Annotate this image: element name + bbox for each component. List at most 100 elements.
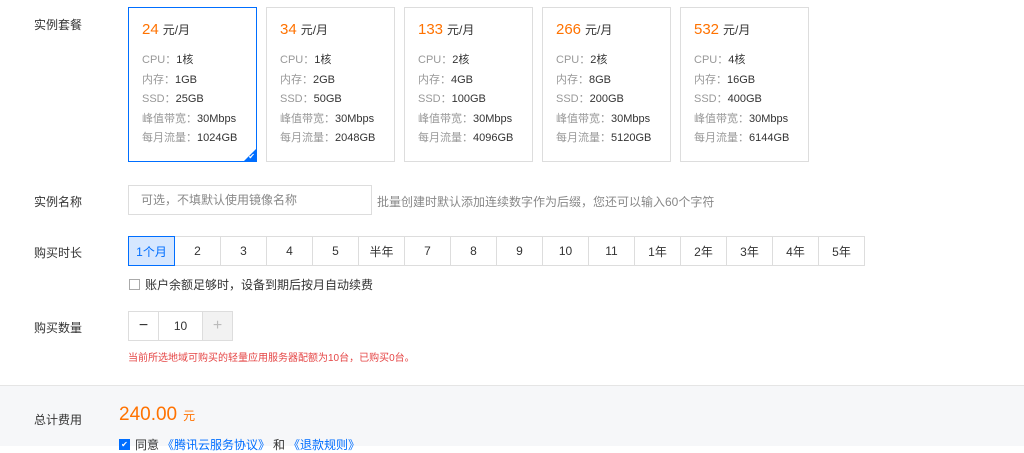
plan-price-unit: 元/月: [585, 23, 613, 37]
duration-option[interactable]: 2年: [680, 236, 727, 266]
duration-option[interactable]: 10: [542, 236, 589, 266]
duration-option[interactable]: 1年: [634, 236, 681, 266]
spec-value: 4096GB: [473, 132, 514, 144]
duration-option[interactable]: 半年: [358, 236, 405, 266]
spec-label: 峰值带宽：: [280, 112, 335, 125]
plan-spec-cpu: CPU：4核: [694, 51, 808, 71]
plan-spec-cpu: CPU：1核: [142, 51, 256, 71]
spec-label: SSD：: [694, 93, 728, 105]
auto-renew-checkbox[interactable]: [129, 279, 140, 290]
plan-price-value: 24: [142, 21, 159, 38]
plan-spec-memory: 内存：2GB: [280, 71, 394, 91]
plan-spec-memory: 内存：4GB: [418, 71, 532, 91]
plan-price: 34 元/月: [280, 21, 394, 41]
quantity-stepper: − +: [128, 311, 233, 341]
spec-value: 6144GB: [749, 132, 790, 144]
spec-value: 1核: [314, 54, 332, 66]
spec-label: 每月流量：: [280, 132, 335, 144]
duration-option[interactable]: 4: [266, 236, 313, 266]
spec-label: CPU：: [694, 54, 729, 66]
duration-option[interactable]: 11: [588, 236, 635, 266]
spec-label: 内存：: [280, 73, 313, 86]
plan-price-unit: 元/月: [723, 23, 751, 37]
plan-card[interactable]: 24 元/月 CPU：1核 内存：1GB SSD：25GB 峰值带宽：30Mbps 每月流量…: [128, 7, 257, 162]
duration-option[interactable]: 4年: [772, 236, 819, 266]
spec-label: CPU：: [280, 54, 315, 66]
duration-option[interactable]: 7: [404, 236, 451, 266]
quantity-plus-button[interactable]: +: [202, 311, 233, 341]
spec-label: CPU：: [556, 54, 591, 66]
plan-price: 133 元/月: [418, 21, 532, 41]
duration-option[interactable]: 9: [496, 236, 543, 266]
plan-spec-ssd: SSD：200GB: [556, 90, 670, 110]
spec-label: SSD：: [280, 93, 314, 105]
plan-label: 实例套餐: [34, 18, 83, 32]
duration-option[interactable]: 2: [174, 236, 221, 266]
name-label: 实例名称: [34, 195, 83, 209]
spec-label: 峰值带宽：: [418, 112, 473, 125]
spec-label: 内存：: [142, 73, 175, 86]
spec-value: 1024GB: [197, 132, 238, 144]
spec-label: 每月流量：: [694, 132, 749, 144]
spec-value: 50GB: [313, 93, 342, 105]
spec-value: 30Mbps: [197, 112, 237, 125]
plan-spec-ssd: SSD：400GB: [694, 90, 808, 110]
plan-price: 266 元/月: [556, 21, 670, 41]
duration-option[interactable]: 3: [220, 236, 267, 266]
plan-spec-memory: 内存：8GB: [556, 71, 670, 91]
plan-card[interactable]: 34 元/月 CPU：1核 内存：2GB SSD：50GB 峰值带宽：30Mbps 每月流量…: [266, 7, 395, 162]
plan-card[interactable]: 133 元/月 CPU：2核 内存：4GB SSD：100GB 峰值带宽：30Mbps 每月…: [404, 7, 533, 162]
instance-name-hint: 批量创建时默认添加连续数字作为后缀，您还可以输入60个字符: [377, 195, 715, 209]
auto-renew[interactable]: 账户余额足够时，设备到期后按月自动续费: [129, 276, 373, 293]
spec-label: CPU：: [142, 54, 177, 66]
spec-value: 16GB: [727, 73, 756, 86]
spec-value: 1核: [176, 54, 194, 66]
spec-value: 400GB: [727, 93, 762, 105]
selected-check-icon: ✔: [248, 152, 255, 161]
spec-label: 峰值带宽：: [556, 112, 611, 125]
spec-value: 2核: [452, 54, 470, 66]
spec-label: SSD：: [418, 93, 452, 105]
plan-price-value: 532: [694, 21, 720, 38]
spec-label: 每月流量：: [418, 132, 473, 144]
plan-price-unit: 元/月: [300, 23, 329, 37]
quantity-minus-button[interactable]: −: [128, 311, 159, 341]
plan-card[interactable]: 532 元/月 CPU：4核 内存：16GB SSD：400GB 峰值带宽：30Mbps 每…: [680, 7, 809, 162]
order-footer: 总计费用 240.00 元 ✔ 同意 《腾讯云服务协议》 和 《退款规则》: [0, 385, 1024, 452]
spec-value: 4核: [728, 54, 746, 66]
spec-label: 内存：: [556, 73, 589, 86]
quantity-label: 购买数量: [34, 321, 83, 335]
duration-label: 购买时长: [34, 246, 83, 260]
spec-value: 25GB: [175, 93, 204, 105]
spec-value: 5120GB: [611, 132, 652, 144]
plan-card[interactable]: 266 元/月 CPU：2核 内存：8GB SSD：200GB 峰值带宽：30Mbps 每月…: [542, 7, 671, 162]
plan-spec-ssd: SSD：50GB: [280, 90, 394, 110]
plan-spec-traffic: 每月流量：5120GB: [556, 129, 670, 149]
spec-value: 2048GB: [335, 132, 376, 144]
plan-spec-ssd: SSD：100GB: [418, 90, 532, 110]
total-price: 240.00 元: [119, 404, 195, 426]
plan-spec-traffic: 每月流量：4096GB: [418, 129, 532, 149]
plan-spec-memory: 内存：16GB: [694, 71, 808, 91]
plan-spec-traffic: 每月流量：6144GB: [694, 129, 808, 149]
plan-spec-ssd: SSD：25GB: [142, 90, 256, 110]
plan-spec-cpu: CPU：2核: [556, 51, 670, 71]
duration-option[interactable]: 1个月: [128, 236, 175, 266]
plan-price-unit: 元/月: [162, 23, 191, 37]
spec-value: 8GB: [589, 73, 612, 86]
duration-option[interactable]: 8: [450, 236, 497, 266]
duration-option[interactable]: 5年: [818, 236, 865, 266]
total-currency: 元: [183, 409, 196, 423]
spec-label: CPU：: [418, 54, 453, 66]
quantity-input[interactable]: [159, 311, 202, 341]
spec-value: 30Mbps: [611, 112, 651, 125]
spec-label: 内存：: [694, 73, 727, 86]
duration-option[interactable]: 3年: [726, 236, 773, 266]
spec-value: 30Mbps: [335, 112, 375, 125]
plan-spec-traffic: 每月流量：2048GB: [280, 129, 394, 149]
instance-name-input[interactable]: [128, 185, 372, 215]
plan-price: 24 元/月: [142, 21, 256, 41]
spec-value: 30Mbps: [749, 112, 789, 125]
duration-option[interactable]: 5: [312, 236, 359, 266]
plan-spec-bandwidth: 峰值带宽：30Mbps: [280, 110, 394, 130]
